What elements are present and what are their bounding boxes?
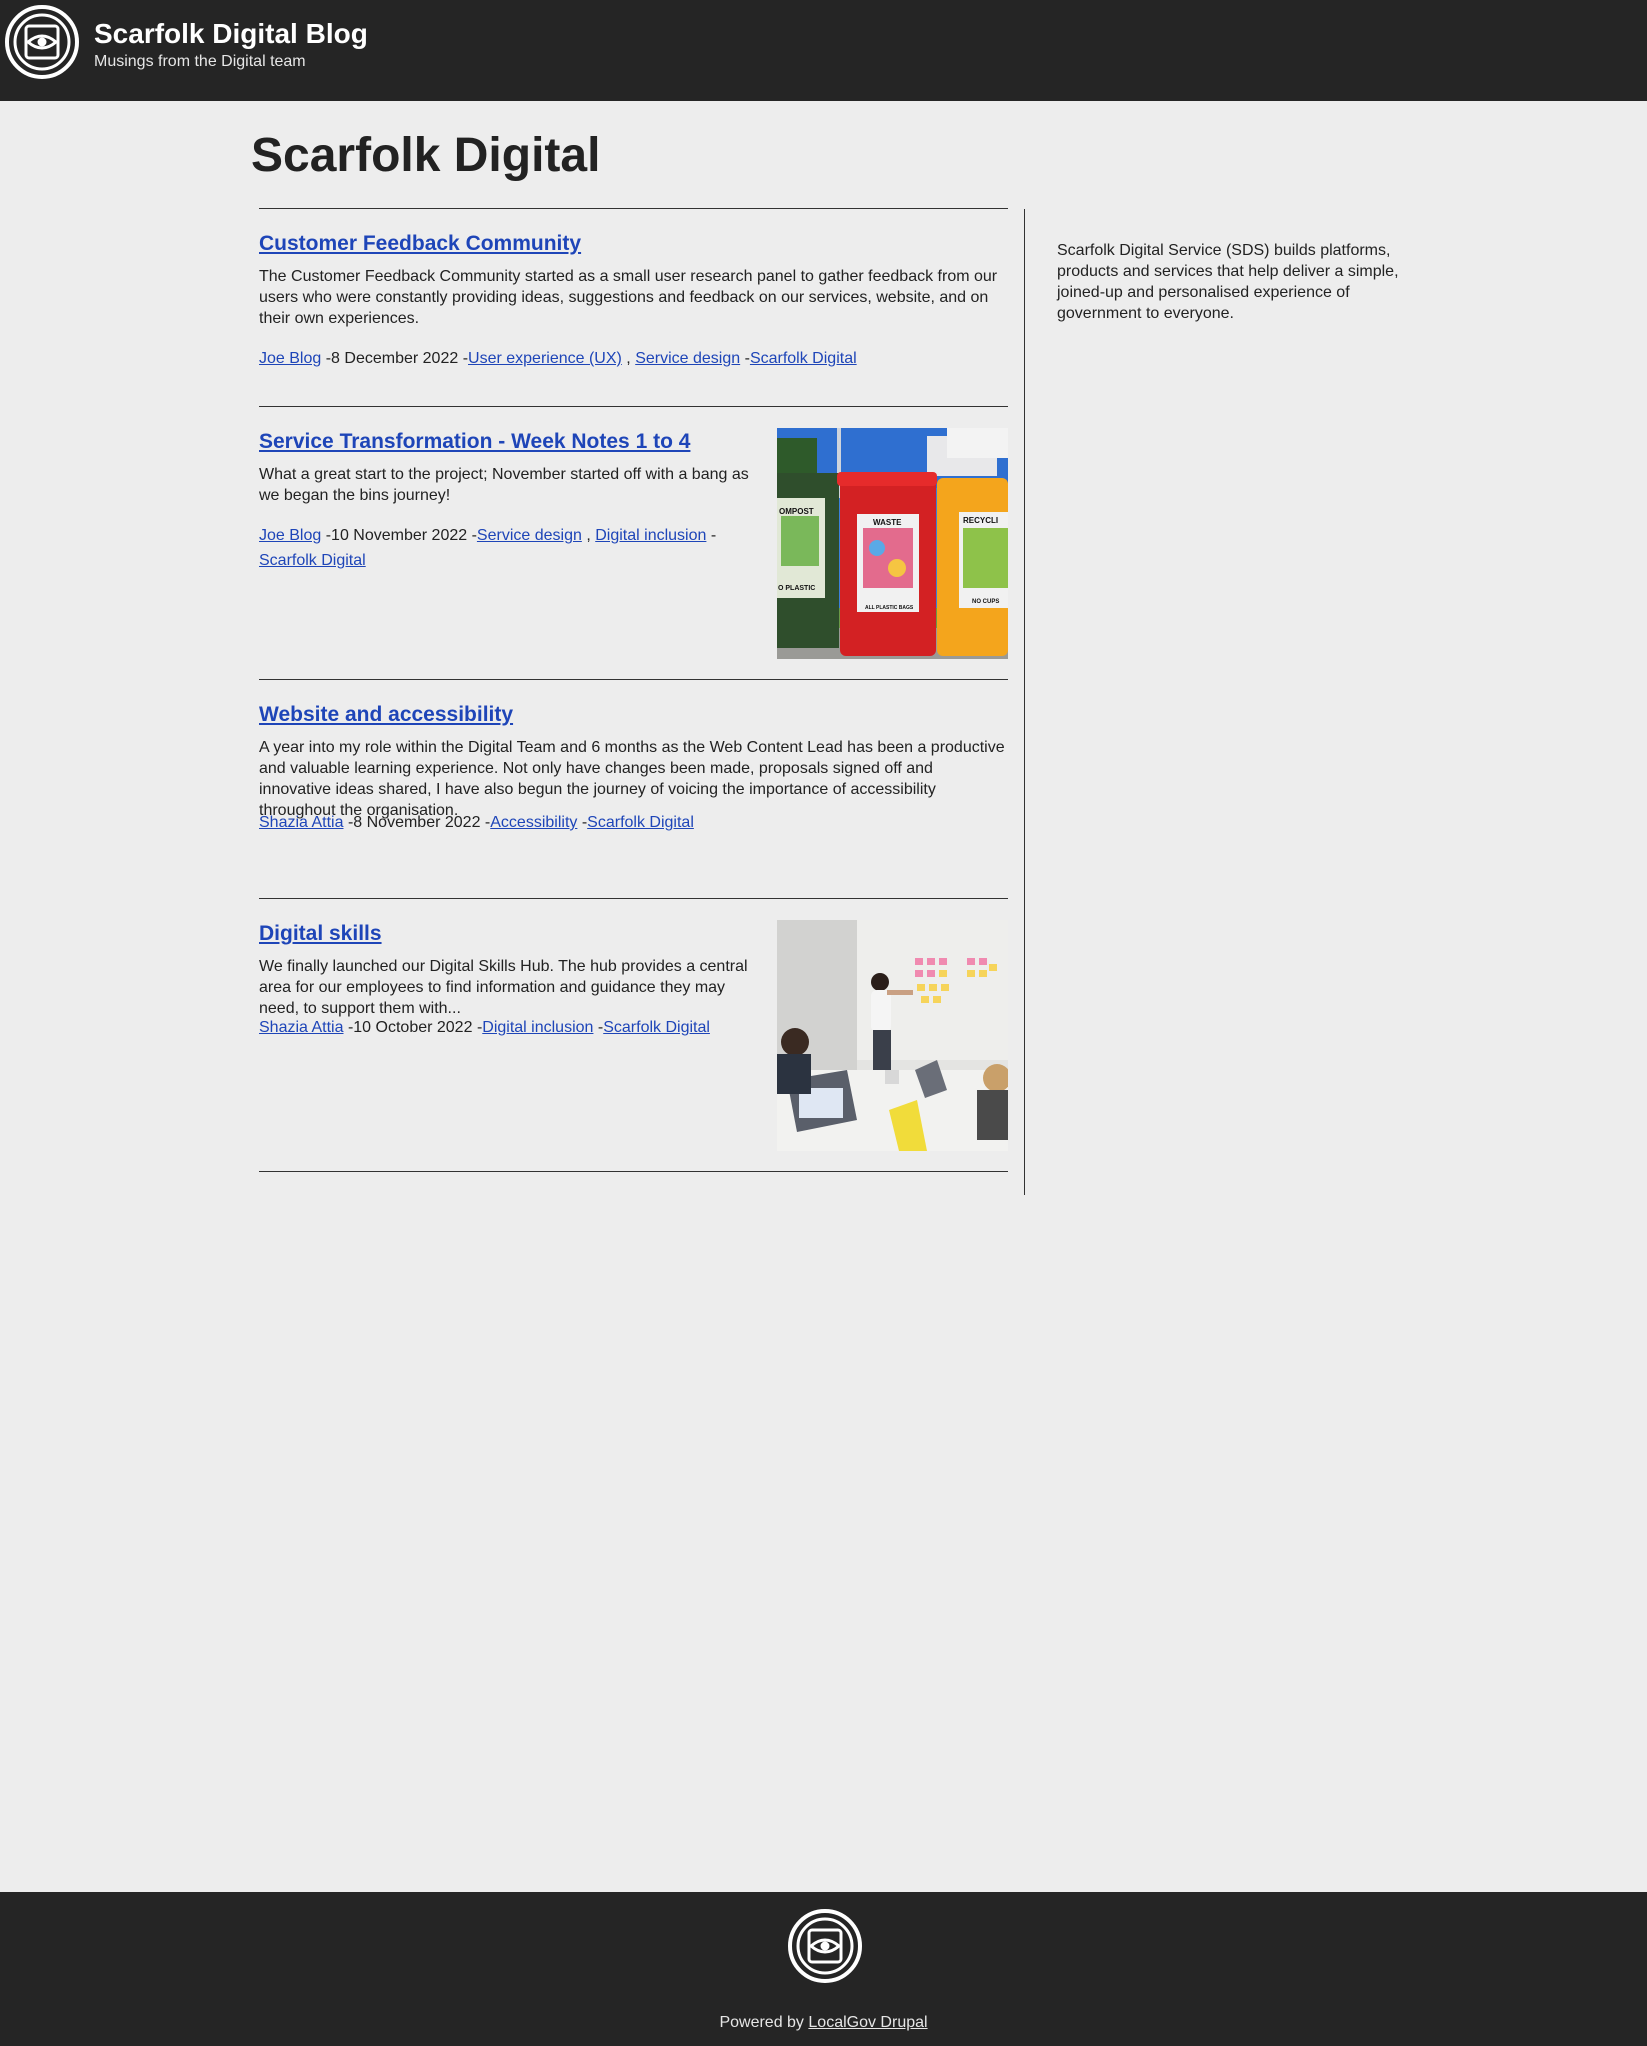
sidebar-text: Scarfolk Digital Service (SDS) builds pl… bbox=[1057, 242, 1399, 322]
post-image-meeting[interactable] bbox=[777, 920, 1008, 1151]
blog-post-list: Customer Feedback Community The Customer… bbox=[259, 208, 1008, 1172]
tag-separator: , bbox=[586, 527, 591, 544]
site-header: Scarfolk Digital Blog Musings from the D… bbox=[0, 0, 1647, 101]
tag-link[interactable]: Service design bbox=[635, 350, 740, 367]
post-meta: Shazia Attia -10 October 2022 -Digital i… bbox=[259, 1015, 769, 1040]
channel-link[interactable]: Scarfolk Digital bbox=[603, 1019, 710, 1036]
post-title: Digital skills bbox=[259, 922, 382, 946]
bin-label-all-plastic-bags: ALL PLASTIC BAGS bbox=[865, 605, 914, 611]
blog-post-teaser: Website and accessibility A year into my… bbox=[259, 679, 1008, 898]
site-footer: Powered by LocalGov Drupal bbox=[0, 1892, 1647, 2046]
post-summary: A year into my role within the Digital T… bbox=[259, 739, 1005, 819]
bin-label-recycling: RECYCLI bbox=[963, 516, 998, 525]
bin-label-no-plastic: O PLASTIC bbox=[778, 585, 815, 592]
post-title-link[interactable]: Website and accessibility bbox=[259, 703, 513, 726]
post-date: 8 December 2022 bbox=[331, 350, 459, 367]
post-title: Service Transformation - Week Notes 1 to… bbox=[259, 430, 690, 454]
post-title-link[interactable]: Service Transformation - Week Notes 1 to… bbox=[259, 430, 690, 453]
post-meta: Shazia Attia -8 November 2022 -Accessibi… bbox=[259, 810, 694, 835]
post-date: 10 October 2022 bbox=[353, 1019, 473, 1036]
bin-label-compost: OMPOST bbox=[779, 507, 814, 516]
blog-post-teaser: Customer Feedback Community The Customer… bbox=[259, 208, 1008, 406]
bin-label-waste: WASTE bbox=[873, 518, 902, 527]
channel-link[interactable]: Scarfolk Digital bbox=[587, 814, 694, 831]
meeting-photo bbox=[777, 920, 1008, 1151]
post-title-link[interactable]: Digital skills bbox=[259, 922, 382, 945]
post-date: 10 November 2022 bbox=[331, 527, 468, 544]
sidebar-description: Scarfolk Digital Service (SDS) builds pl… bbox=[1057, 240, 1402, 324]
post-date: 8 November 2022 bbox=[353, 814, 481, 831]
post-title: Customer Feedback Community bbox=[259, 232, 581, 256]
localgov-drupal-link[interactable]: LocalGov Drupal bbox=[808, 2014, 927, 2031]
author-link[interactable]: Shazia Attia bbox=[259, 1019, 344, 1036]
blog-post-teaser: Digital skills We finally launched our D… bbox=[259, 898, 1008, 1172]
meta-separator: - bbox=[710, 527, 717, 544]
page-title: Scarfolk Digital bbox=[251, 129, 601, 182]
post-meta: Joe Blog -10 November 2022 -Service desi… bbox=[259, 523, 769, 573]
channel-link[interactable]: Scarfolk Digital bbox=[259, 552, 366, 569]
post-summary: What a great start to the project; Novem… bbox=[259, 466, 749, 504]
author-link[interactable]: Joe Blog bbox=[259, 350, 321, 367]
post-image-bins[interactable]: OMPOST O PLASTIC WASTE ALL PLASTIC BAGS … bbox=[777, 428, 1008, 659]
site-slogan: Musings from the Digital team bbox=[94, 53, 306, 70]
tag-link[interactable]: User experience (UX) bbox=[468, 350, 622, 367]
site-title-link[interactable]: Scarfolk Digital Blog bbox=[94, 18, 368, 50]
footer-logo-eye-icon[interactable] bbox=[787, 1908, 863, 1984]
footer-powered-by: Powered by LocalGov Drupal bbox=[0, 2014, 1647, 2032]
site-logo-eye-icon[interactable] bbox=[4, 4, 80, 80]
bins-photo: OMPOST O PLASTIC WASTE ALL PLASTIC BAGS … bbox=[777, 428, 1008, 659]
content-sidebar-divider bbox=[1024, 209, 1025, 1195]
bin-label-no-cups: NO CUPS bbox=[972, 599, 999, 605]
post-summary: We finally launched our Digital Skills H… bbox=[259, 958, 748, 1017]
post-summary: The Customer Feedback Community started … bbox=[259, 268, 998, 327]
powered-by-text: Powered by bbox=[719, 2014, 804, 2031]
tag-link[interactable]: Digital inclusion bbox=[595, 527, 706, 544]
author-link[interactable]: Joe Blog bbox=[259, 527, 321, 544]
post-title: Website and accessibility bbox=[259, 703, 513, 727]
channel-link[interactable]: Scarfolk Digital bbox=[750, 350, 857, 367]
tag-link[interactable]: Digital inclusion bbox=[482, 1019, 593, 1036]
tag-separator: , bbox=[626, 350, 631, 367]
post-meta: Joe Blog -8 December 2022 -User experien… bbox=[259, 346, 857, 371]
post-title-link[interactable]: Customer Feedback Community bbox=[259, 232, 581, 255]
blog-post-teaser: Service Transformation - Week Notes 1 to… bbox=[259, 406, 1008, 679]
tag-link[interactable]: Service design bbox=[477, 527, 582, 544]
author-link[interactable]: Shazia Attia bbox=[259, 814, 344, 831]
tag-link[interactable]: Accessibility bbox=[490, 814, 577, 831]
